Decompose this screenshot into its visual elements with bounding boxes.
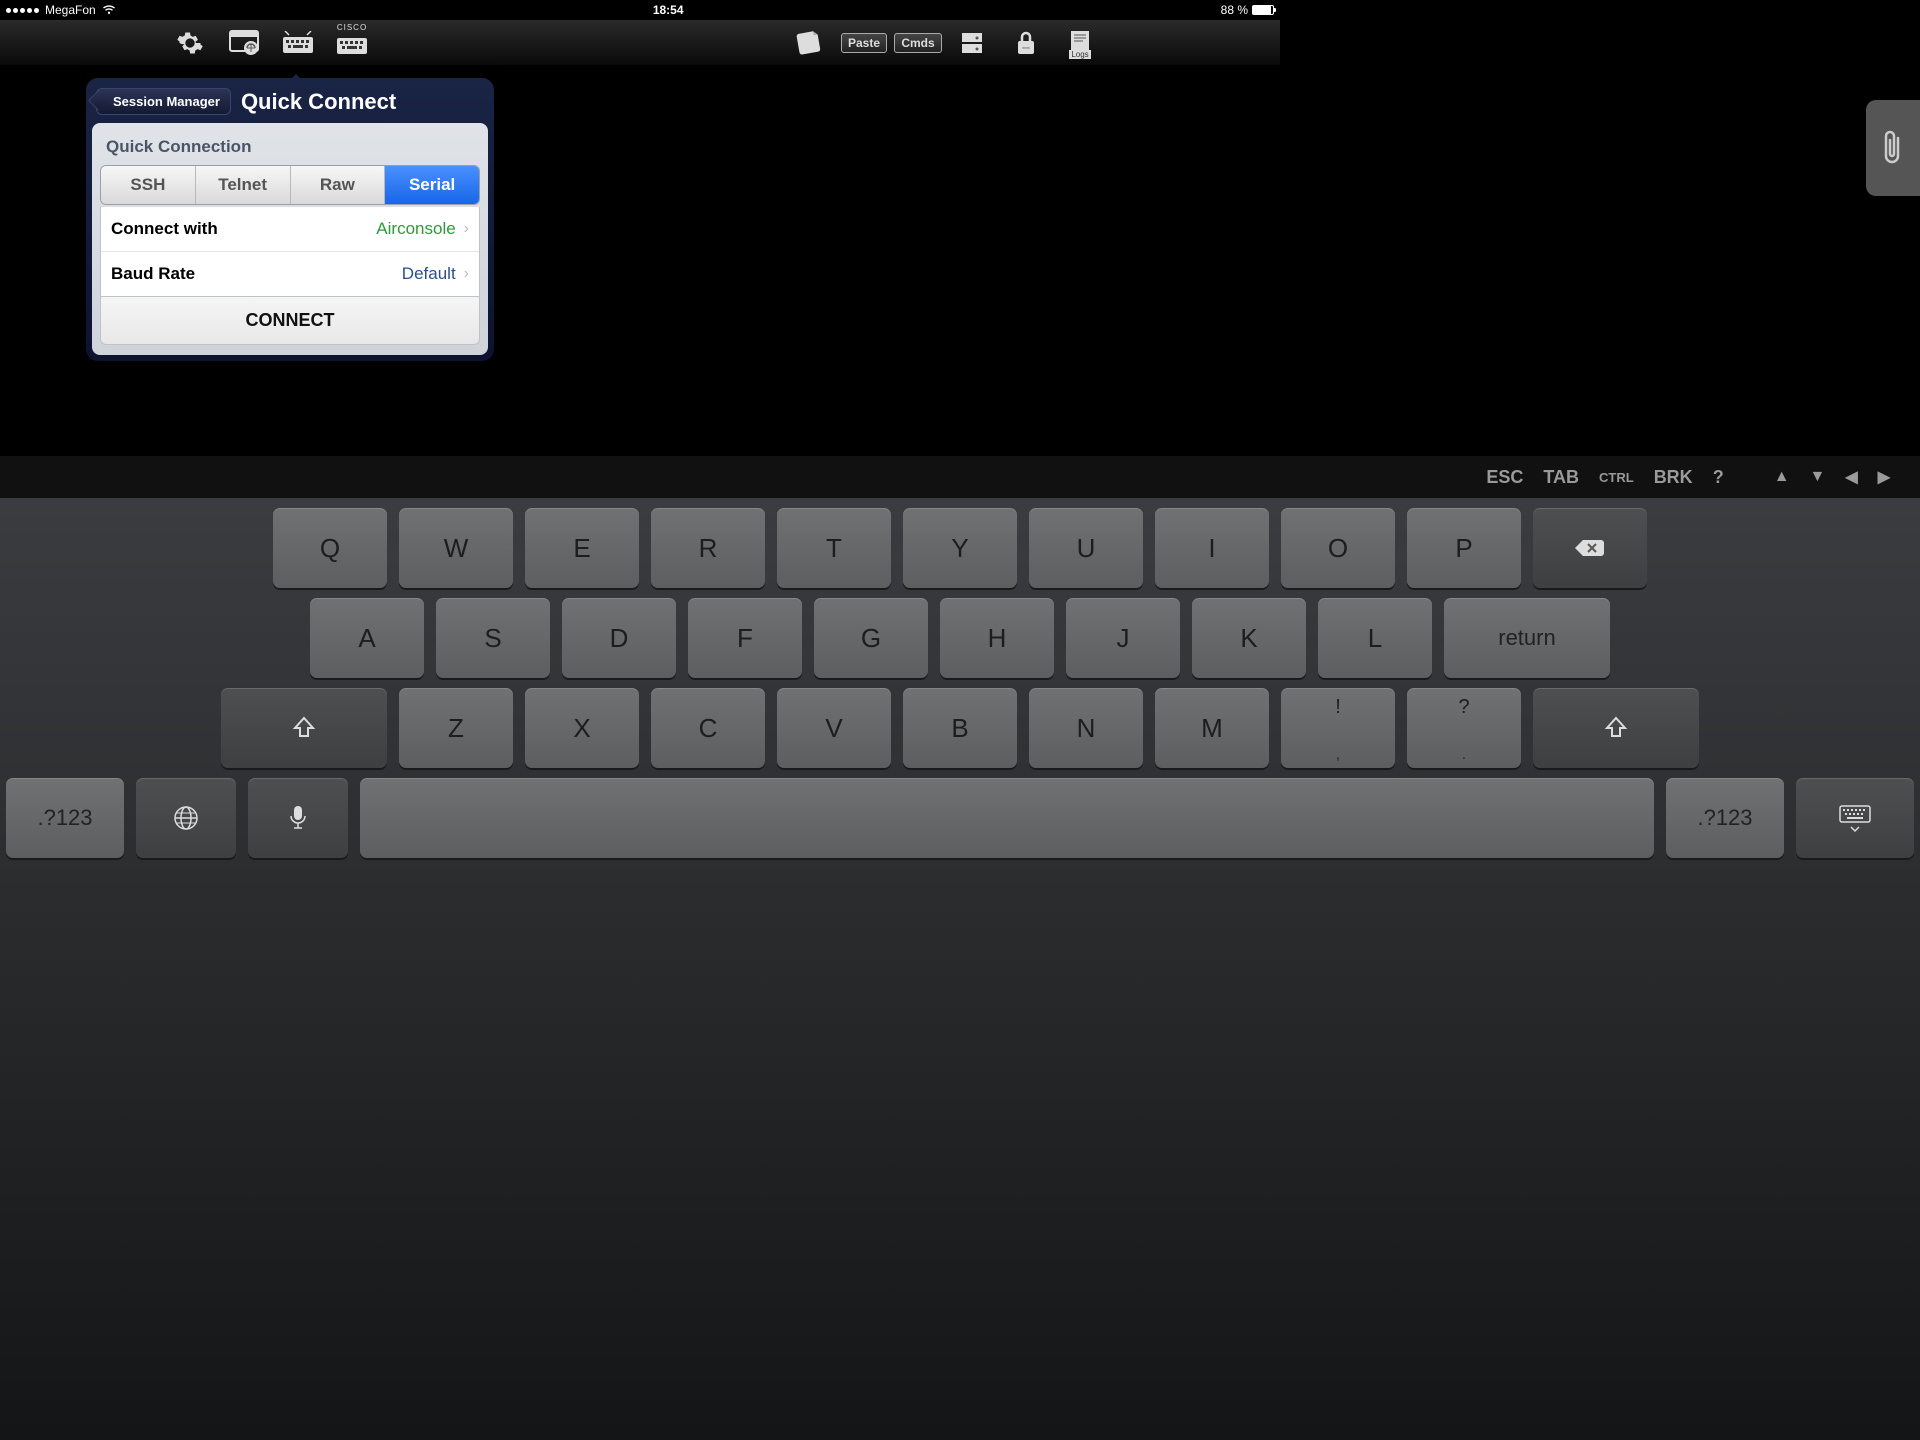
section-heading: Quick Connection [100,133,480,165]
connect-button[interactable]: CONNECT [100,297,480,345]
numeric-key[interactable]: .?123 [6,778,124,858]
shift-icon [291,715,317,741]
backspace-icon [1573,536,1607,560]
svg-text:****: **** [1022,47,1030,53]
key-period[interactable]: ?. [1407,688,1521,768]
baud-rate-row[interactable]: Baud Rate Default › [101,252,479,296]
chevron-right-icon: › [464,220,469,238]
key-r[interactable]: R [651,508,765,588]
archive-button[interactable] [950,25,994,61]
dictation-key[interactable] [248,778,348,858]
arrow-down-key[interactable]: ▼ [1810,468,1826,486]
app-toolbar: CISCO Paste Cmds **** Logs [0,20,1280,66]
tab-ssh[interactable]: SSH [101,166,196,204]
question-key[interactable]: ? [1713,467,1724,488]
brk-key[interactable]: BRK [1654,467,1693,488]
key-t[interactable]: T [777,508,891,588]
row-value: Default [402,264,456,284]
tab-telnet[interactable]: Telnet [196,166,291,204]
key-i[interactable]: I [1155,508,1269,588]
tab-serial[interactable]: Serial [385,166,479,204]
key-c[interactable]: C [651,688,765,768]
connect-with-row[interactable]: Connect with Airconsole › [101,207,479,252]
key-n[interactable]: N [1029,688,1143,768]
key-x[interactable]: X [525,688,639,768]
commands-button[interactable]: Cmds [896,25,940,61]
tab-key[interactable]: TAB [1543,467,1579,488]
status-bar: MegaFon 18:54 88 % [0,0,1280,20]
key-w[interactable]: W [399,508,513,588]
shift-key-right[interactable] [1533,688,1699,768]
key-d[interactable]: D [562,598,676,678]
ctrl-key[interactable]: CTRL [1599,470,1634,485]
esc-key[interactable]: ESC [1486,467,1523,488]
key-m[interactable]: M [1155,688,1269,768]
battery-percent: 88 % [1221,3,1248,17]
backspace-key[interactable] [1533,508,1647,588]
lock-button[interactable]: **** [1004,25,1048,61]
tab-raw[interactable]: Raw [291,166,386,204]
row-label: Connect with [111,219,376,239]
microphone-icon [288,804,308,832]
globe-icon [172,804,200,832]
attachment-tab[interactable] [1866,100,1920,196]
key-k[interactable]: K [1192,598,1306,678]
hide-keyboard-key[interactable] [1796,778,1914,858]
key-g[interactable]: G [814,598,928,678]
clock: 18:54 [116,3,1221,17]
return-key[interactable]: return [1444,598,1610,678]
keyboard-button[interactable] [276,25,320,61]
key-comma[interactable]: !, [1281,688,1395,768]
numeric-key-right[interactable]: .?123 [1666,778,1784,858]
arrow-left-key[interactable]: ◀ [1845,467,1857,487]
key-s[interactable]: S [436,598,550,678]
settings-button[interactable] [168,25,212,61]
key-a[interactable]: A [310,598,424,678]
key-e[interactable]: E [525,508,639,588]
sessions-button[interactable] [222,25,266,61]
cisco-keyboard-button[interactable]: CISCO [330,25,374,61]
globe-key[interactable] [136,778,236,858]
row-label: Baud Rate [111,264,402,284]
chevron-right-icon: › [464,265,469,283]
hide-keyboard-icon [1837,803,1873,833]
logs-button[interactable]: Logs [1058,25,1102,61]
space-key[interactable] [360,778,1654,858]
function-key-bar: ESC TAB CTRL BRK ? ▲ ▼ ◀ ▶ [0,456,1920,498]
battery-icon [1252,5,1274,15]
arrow-right-key[interactable]: ▶ [1878,467,1890,487]
on-screen-keyboard: QWERTYUIOP ASDFGHJKLreturn ZXCVBNM!,?. .… [0,498,1920,1440]
session-manager-back-button[interactable]: Session Manager [96,88,231,115]
key-j[interactable]: J [1066,598,1180,678]
paste-button[interactable]: Paste [842,25,886,61]
wifi-icon [102,5,116,15]
key-y[interactable]: Y [903,508,1017,588]
shift-icon [1603,715,1629,741]
key-h[interactable]: H [940,598,1054,678]
popover-title: Quick Connect [241,89,396,115]
key-z[interactable]: Z [399,688,513,768]
key-v[interactable]: V [777,688,891,768]
signal-dots-icon [6,8,39,13]
key-o[interactable]: O [1281,508,1395,588]
row-value: Airconsole [376,219,455,239]
protocol-tabs: SSH Telnet Raw Serial [100,165,480,205]
scripts-button[interactable] [788,25,832,61]
paperclip-icon [1878,128,1908,168]
carrier-label: MegaFon [45,3,96,17]
key-l[interactable]: L [1318,598,1432,678]
key-f[interactable]: F [688,598,802,678]
key-b[interactable]: B [903,688,1017,768]
key-q[interactable]: Q [273,508,387,588]
key-p[interactable]: P [1407,508,1521,588]
shift-key-left[interactable] [221,688,387,768]
arrow-up-key[interactable]: ▲ [1774,468,1790,486]
key-u[interactable]: U [1029,508,1143,588]
quick-connect-popover: Session Manager Quick Connect Quick Conn… [86,78,494,361]
